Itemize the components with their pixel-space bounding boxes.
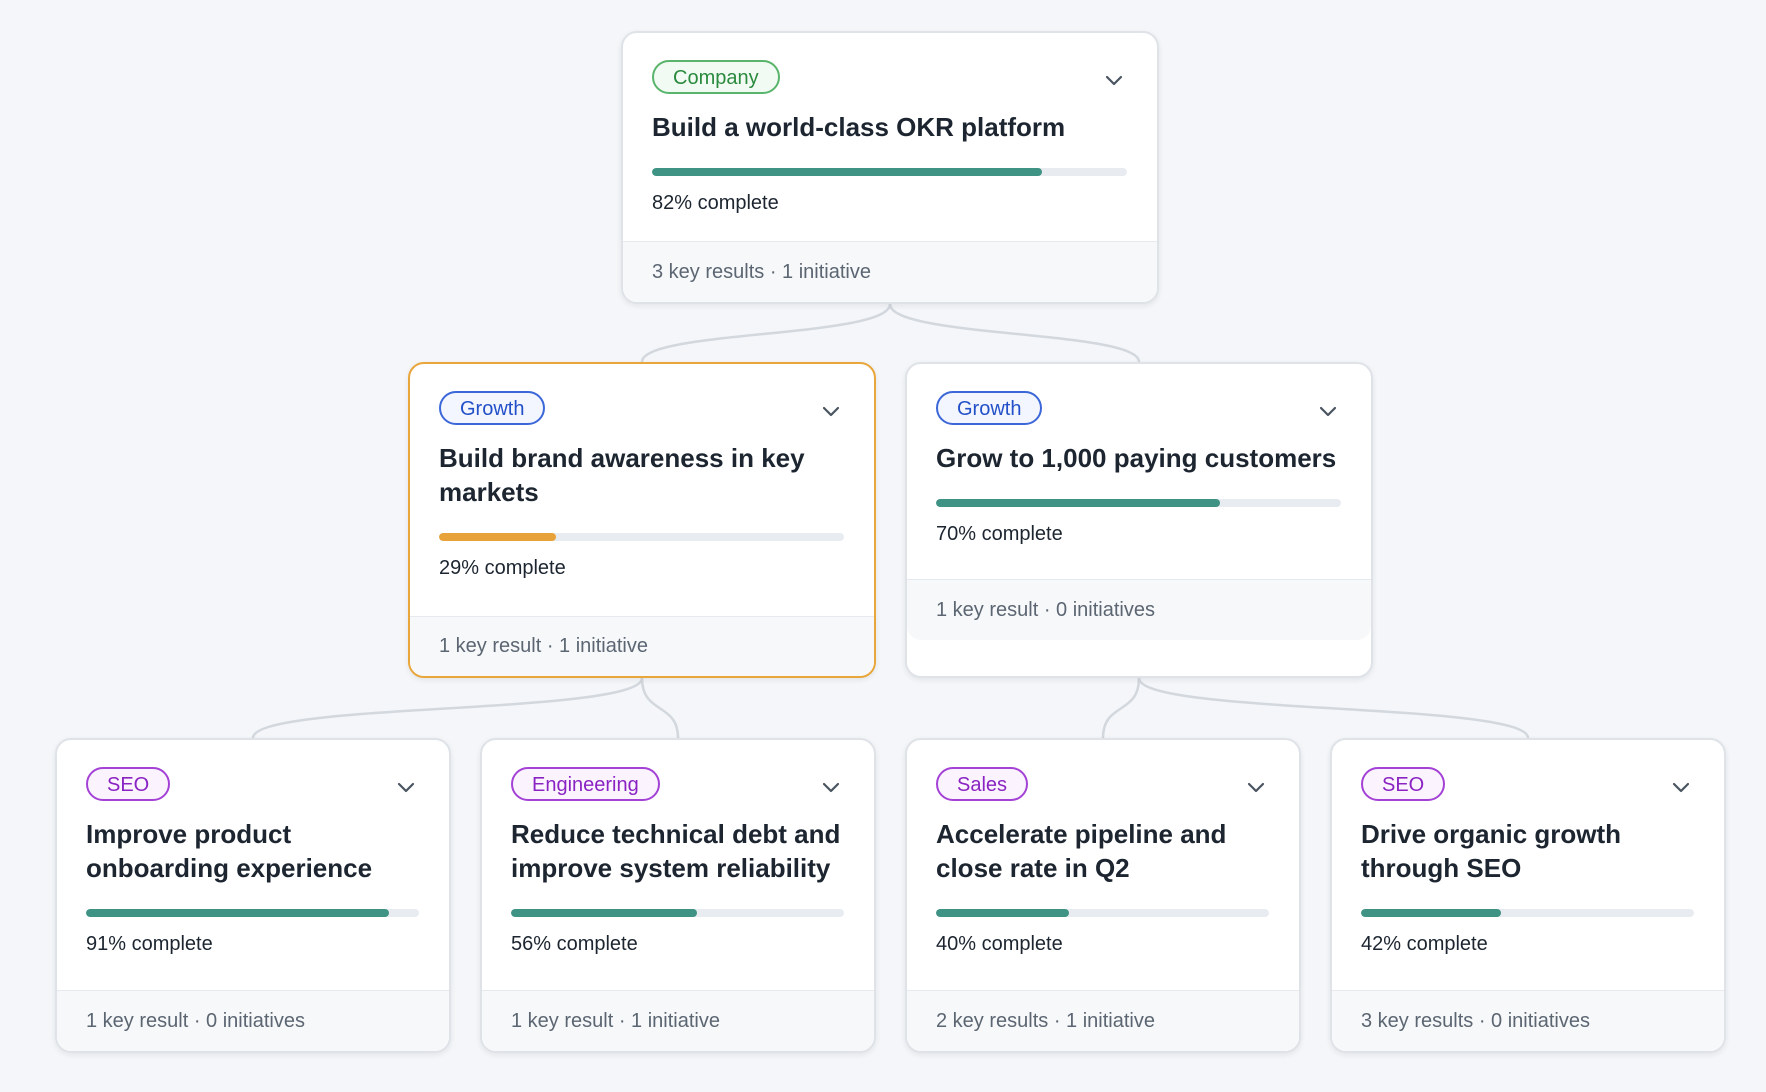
progress-label: 91% complete bbox=[86, 933, 213, 955]
objective-card-tech-debt[interactable]: Engineering Reduce technical debt and im… bbox=[480, 738, 876, 1053]
objective-card-paying-customers[interactable]: Growth Grow to 1,000 paying customers 70… bbox=[905, 362, 1373, 678]
card-summary: 1 key result · 1 initiative bbox=[482, 990, 874, 1051]
progress-bar bbox=[936, 909, 1269, 917]
connector-root-to-customers bbox=[888, 303, 1141, 363]
objective-card-organic-growth[interactable]: SEO Drive organic growth through SEO 42%… bbox=[1330, 738, 1726, 1053]
objective-card-root[interactable]: Company Build a world-class OKR platform… bbox=[621, 31, 1159, 304]
connector-brand-to-techdebt bbox=[640, 677, 680, 739]
progress-label: 29% complete bbox=[439, 557, 566, 579]
chevron-down-icon[interactable] bbox=[397, 782, 415, 794]
objective-title: Drive organic growth through SEO bbox=[1361, 819, 1622, 883]
connector-root-to-brand bbox=[640, 303, 892, 363]
team-tag-growth: Growth bbox=[439, 391, 546, 425]
chevron-down-icon[interactable] bbox=[1319, 406, 1337, 418]
progress-bar bbox=[511, 909, 844, 917]
progress-fill bbox=[936, 909, 1070, 917]
connector-customers-to-pipeline bbox=[1101, 677, 1141, 739]
team-tag-seo: SEO bbox=[1361, 767, 1446, 801]
progress-fill bbox=[86, 909, 390, 917]
progress-bar bbox=[936, 499, 1341, 507]
progress-label: 82% complete bbox=[652, 192, 779, 214]
progress-fill bbox=[936, 499, 1220, 507]
card-summary: 2 key results · 1 initiative bbox=[907, 990, 1299, 1051]
progress-fill bbox=[439, 533, 557, 541]
chevron-down-icon[interactable] bbox=[822, 782, 840, 794]
chevron-down-icon[interactable] bbox=[1105, 75, 1123, 87]
progress-label: 70% complete bbox=[936, 523, 1063, 545]
team-tag-sales: Sales bbox=[936, 767, 1029, 801]
connector-brand-to-onboarding bbox=[251, 677, 644, 739]
progress-label: 42% complete bbox=[1361, 933, 1488, 955]
progress-bar bbox=[86, 909, 419, 917]
card-summary: 3 key results · 1 initiative bbox=[623, 241, 1157, 302]
card-summary: 1 key result · 0 initiatives bbox=[57, 990, 449, 1051]
objective-title: Improve product onboarding experience bbox=[86, 819, 373, 883]
card-summary: 3 key results · 0 initiatives bbox=[1332, 990, 1724, 1051]
progress-bar bbox=[652, 168, 1127, 176]
team-tag-seo: SEO bbox=[86, 767, 171, 801]
card-summary: 1 key result · 0 initiatives bbox=[907, 579, 1371, 640]
progress-label: 56% complete bbox=[511, 933, 638, 955]
team-tag-company: Company bbox=[652, 60, 780, 94]
team-tag-engineering: Engineering bbox=[511, 767, 660, 801]
objective-title: Accelerate pipeline and close rate in Q2 bbox=[936, 819, 1227, 883]
progress-label: 40% complete bbox=[936, 933, 1063, 955]
chevron-down-icon[interactable] bbox=[1247, 782, 1265, 794]
progress-fill bbox=[652, 168, 1042, 176]
objective-title: Build brand awareness in key markets bbox=[439, 443, 805, 507]
chevron-down-icon[interactable] bbox=[1672, 782, 1690, 794]
progress-fill bbox=[511, 909, 698, 917]
objective-title: Grow to 1,000 paying customers bbox=[936, 443, 1337, 473]
objective-card-pipeline[interactable]: Sales Accelerate pipeline and close rate… bbox=[905, 738, 1301, 1053]
chevron-down-icon[interactable] bbox=[822, 406, 840, 418]
progress-fill bbox=[1361, 909, 1501, 917]
objective-card-brand-awareness[interactable]: Growth Build brand awareness in key mark… bbox=[408, 362, 876, 678]
objective-title: Build a world-class OKR platform bbox=[652, 112, 1066, 142]
team-tag-growth: Growth bbox=[936, 391, 1043, 425]
progress-bar bbox=[439, 533, 844, 541]
objective-title: Reduce technical debt and improve system… bbox=[511, 819, 841, 883]
connector-customers-to-seo bbox=[1137, 677, 1530, 739]
objective-card-onboarding[interactable]: SEO Improve product onboarding experienc… bbox=[55, 738, 451, 1053]
card-summary: 1 key result · 1 initiative bbox=[410, 616, 874, 676]
progress-bar bbox=[1361, 909, 1694, 917]
